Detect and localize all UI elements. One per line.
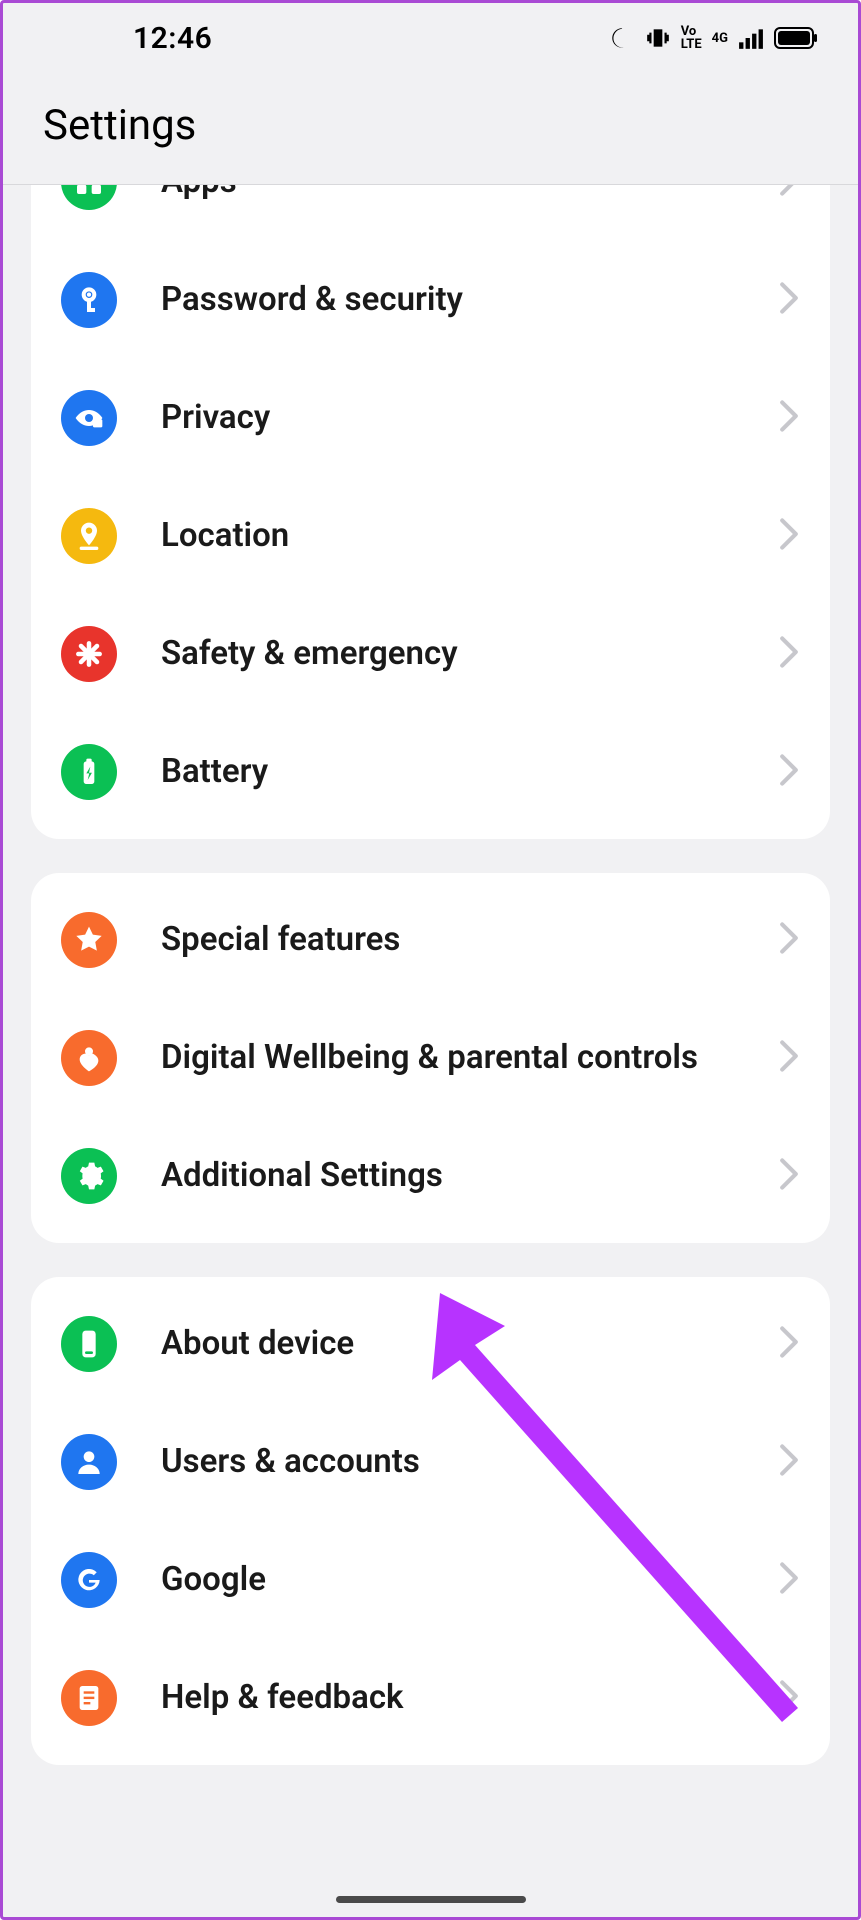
settings-item-label: Google — [161, 1559, 778, 1600]
page-header: Settings — [3, 73, 858, 185]
status-icons: VoLTE 4G — [609, 25, 818, 51]
settings-item-label: About device — [161, 1323, 778, 1364]
key-icon — [61, 272, 117, 328]
settings-item-safety[interactable]: Safety & emergency — [31, 595, 830, 713]
settings-item-label: Safety & emergency — [161, 633, 778, 674]
settings-item-label: Apps — [161, 185, 778, 203]
person-icon — [61, 1434, 117, 1490]
settings-item-wellbeing[interactable]: Digital Wellbeing & parental controls — [31, 999, 830, 1117]
settings-item-special[interactable]: Special features — [31, 881, 830, 999]
settings-item-about[interactable]: About device — [31, 1285, 830, 1403]
settings-item-users[interactable]: Users & accounts — [31, 1403, 830, 1521]
chevron-right-icon — [778, 1679, 800, 1717]
nav-gesture-pill[interactable] — [336, 1896, 526, 1903]
chevron-right-icon — [778, 1443, 800, 1481]
page-title: Settings — [43, 101, 818, 150]
settings-item-apps[interactable]: Apps — [31, 185, 830, 241]
chevron-right-icon — [778, 1325, 800, 1363]
battery-icon — [61, 744, 117, 800]
chevron-right-icon — [778, 281, 800, 319]
network-badge: 4G — [712, 32, 728, 45]
gear-icon — [61, 1148, 117, 1204]
grid-icon — [61, 185, 117, 210]
chevron-right-icon — [778, 1561, 800, 1599]
chevron-right-icon — [778, 921, 800, 959]
settings-scroll[interactable]: Apps Password & security Privacy Location Sa… — [3, 185, 858, 1917]
settings-item-location[interactable]: Location — [31, 477, 830, 595]
settings-item-google[interactable]: Google — [31, 1521, 830, 1639]
volte-icon: VoLTE — [681, 25, 702, 51]
asterisk-icon — [61, 626, 117, 682]
settings-group: About device Users & accounts Google Help &… — [31, 1277, 830, 1765]
settings-item-label: Users & accounts — [161, 1441, 778, 1482]
chevron-right-icon — [778, 753, 800, 791]
settings-item-label: Digital Wellbeing & parental controls — [161, 1037, 778, 1078]
phone-screen: 12:46 VoLTE 4G Settings Apps Password & s… — [3, 3, 858, 1917]
settings-item-label: Battery — [161, 751, 778, 792]
settings-item-label: Help & feedback — [161, 1677, 778, 1718]
settings-item-help[interactable]: Help & feedback — [31, 1639, 830, 1757]
settings-item-label: Special features — [161, 919, 778, 960]
battery-icon — [774, 27, 818, 49]
location-icon — [61, 508, 117, 564]
chevron-right-icon — [778, 185, 800, 201]
status-time: 12:46 — [133, 21, 212, 56]
chevron-right-icon — [778, 1157, 800, 1195]
settings-item-label: Location — [161, 515, 778, 556]
settings-item-privacy[interactable]: Privacy — [31, 359, 830, 477]
dnd-icon — [609, 25, 635, 51]
star-icon — [61, 912, 117, 968]
status-bar: 12:46 VoLTE 4G — [3, 3, 858, 73]
chevron-right-icon — [778, 399, 800, 437]
settings-item-password[interactable]: Password & security — [31, 241, 830, 359]
heart-icon — [61, 1030, 117, 1086]
signal-icon — [738, 27, 764, 49]
settings-item-label: Additional Settings — [161, 1155, 778, 1196]
g-icon — [61, 1552, 117, 1608]
settings-group: Special features Digital Wellbeing & pare… — [31, 873, 830, 1243]
settings-item-label: Password & security — [161, 279, 778, 320]
settings-item-battery[interactable]: Battery — [31, 713, 830, 831]
chevron-right-icon — [778, 517, 800, 555]
chevron-right-icon — [778, 1039, 800, 1077]
eye-lock-icon — [61, 390, 117, 446]
vibrate-icon — [645, 25, 671, 51]
book-icon — [61, 1670, 117, 1726]
phone-icon — [61, 1316, 117, 1372]
settings-group: Apps Password & security Privacy Location Sa… — [31, 185, 830, 839]
chevron-right-icon — [778, 635, 800, 673]
settings-item-additional[interactable]: Additional Settings — [31, 1117, 830, 1235]
settings-item-label: Privacy — [161, 397, 778, 438]
